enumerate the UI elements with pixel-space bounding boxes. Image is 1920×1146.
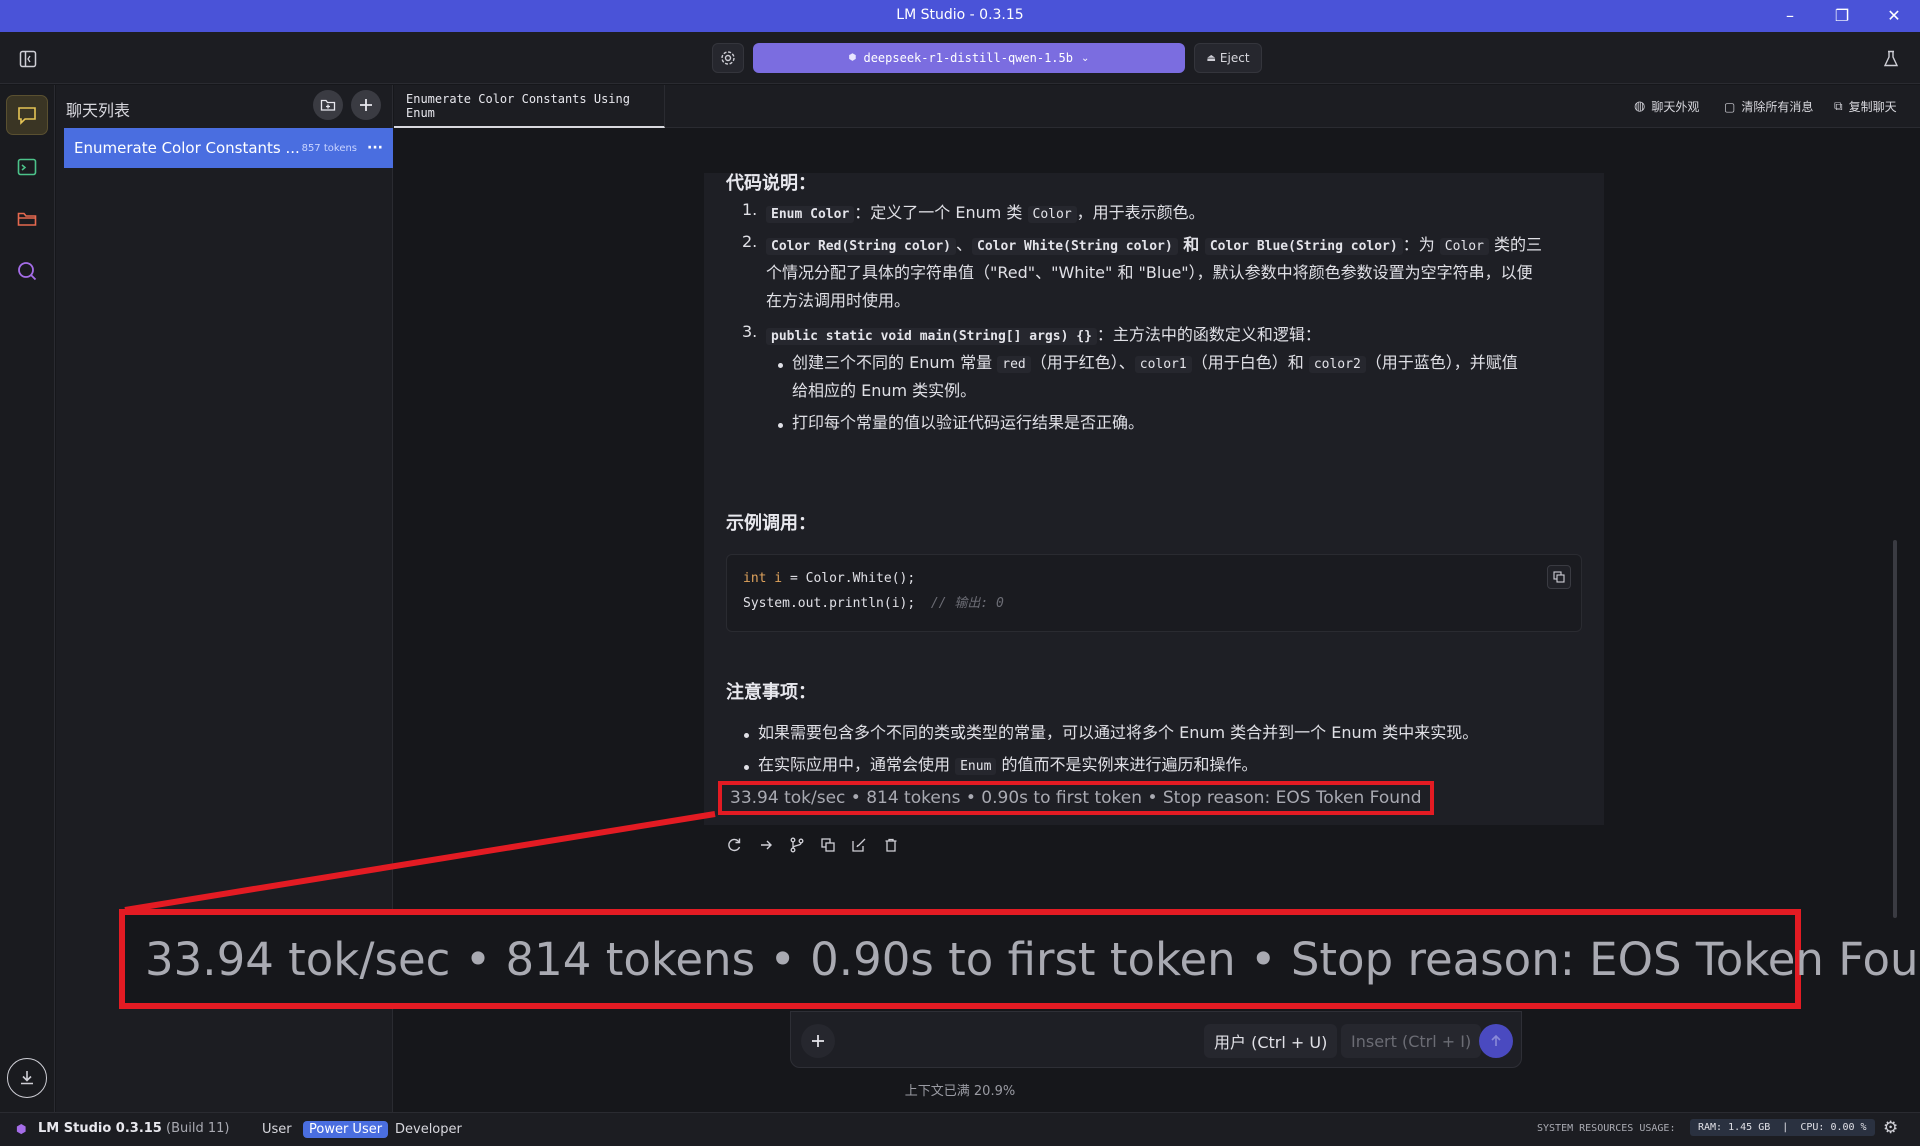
- plus-icon: [812, 1035, 824, 1047]
- resources-label: SYSTEM RESOURCES USAGE:: [1537, 1123, 1676, 1134]
- zoom-callout-text: 33.94 tok/sec • 814 tokens • 0.90s to fi…: [145, 932, 1920, 986]
- app-name: LM Studio 0.3.15: [38, 1121, 162, 1136]
- arrow-up-icon: [1491, 1034, 1501, 1046]
- context-usage: 上下文已满 20.9%: [904, 1084, 1016, 1099]
- mode-power-user-button[interactable]: Power User: [303, 1121, 389, 1138]
- mode-developer-button[interactable]: Developer: [389, 1121, 468, 1138]
- mode-user-button[interactable]: User: [256, 1121, 298, 1138]
- settings-gear-icon[interactable]: ⚙: [1883, 1118, 1898, 1138]
- send-button[interactable]: [1479, 1024, 1513, 1058]
- chat-input-bar: 用户 (Ctrl + U) Insert (Ctrl + I): [790, 1011, 1522, 1068]
- role-toggle-button[interactable]: 用户 (Ctrl + U): [1204, 1024, 1338, 1058]
- app-build: (Build 11): [166, 1121, 230, 1136]
- zoom-callout: 33.94 tok/sec • 814 tokens • 0.90s to fi…: [119, 909, 1920, 1009]
- lmstudio-logo-icon: ⬢: [16, 1122, 27, 1136]
- insert-button[interactable]: Insert (Ctrl + I): [1341, 1024, 1482, 1058]
- attach-button[interactable]: [801, 1024, 835, 1058]
- status-bar: ⬢ LM Studio 0.3.15 (Build 11) User Power…: [0, 1112, 1920, 1146]
- resources-value: RAM: 1.45 GB | CPU: 0.00 %: [1690, 1119, 1875, 1136]
